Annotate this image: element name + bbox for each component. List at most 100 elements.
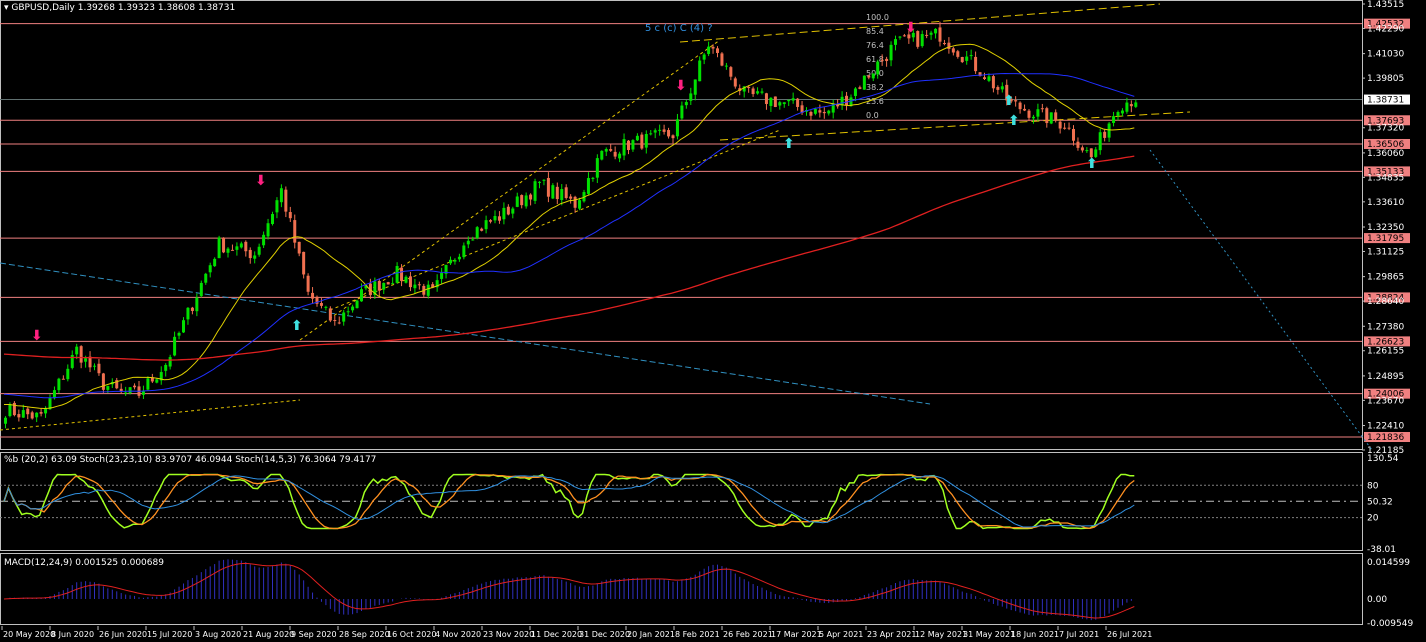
price-axis-label: 1.31125 <box>1367 247 1404 257</box>
candle-body <box>346 311 350 313</box>
candle-body <box>262 234 266 246</box>
candle-body <box>751 88 755 95</box>
candle-body <box>631 140 635 150</box>
candle-body <box>991 76 995 89</box>
candle-body <box>377 280 381 291</box>
candle-body <box>288 212 292 219</box>
signal-up-arrow-icon: ⬆ <box>1008 113 1020 129</box>
candle-body <box>1076 141 1080 148</box>
candle-body <box>573 196 577 208</box>
candle-body <box>707 46 711 54</box>
trendline <box>679 3 1161 43</box>
candle-body <box>39 412 43 414</box>
candle-body <box>853 88 857 96</box>
candle-body <box>182 320 185 333</box>
candle-body <box>662 129 666 132</box>
price-axis-label: 1.34835 <box>1367 173 1404 183</box>
price-axis-label: 1.24895 <box>1367 372 1404 382</box>
candle-body <box>293 220 297 243</box>
candle-body <box>44 408 48 414</box>
candle-body <box>538 181 541 183</box>
candle-body <box>1072 128 1075 141</box>
candle-body <box>155 379 159 383</box>
candle-body <box>533 181 537 201</box>
candle-body <box>480 228 484 231</box>
candle-body <box>355 300 359 309</box>
candle-body <box>702 54 706 60</box>
candle-body <box>586 178 590 194</box>
candle-body <box>1031 116 1035 119</box>
candle-body <box>297 241 301 254</box>
collapse-triangle-icon[interactable]: ▾ <box>4 3 9 13</box>
date-axis-label: 20 Jan 2021 <box>627 630 675 639</box>
date-axis-label: 7 Jul 2021 <box>1059 630 1099 639</box>
candle-body <box>974 56 978 72</box>
candle-body <box>511 208 515 214</box>
candle-body <box>199 282 203 297</box>
candle-body <box>680 105 684 119</box>
candle-body <box>578 200 582 209</box>
price-axis-label: 1.43515 <box>1367 0 1404 10</box>
candle-body <box>604 149 608 152</box>
candle-body <box>551 185 555 199</box>
candle-body <box>1000 86 1004 90</box>
candle-body <box>867 75 871 78</box>
chart-header: ▾ GBPUSD,Daily 1.39268 1.39323 1.38608 1… <box>4 3 235 13</box>
price-axis-label: 1.27380 <box>1367 322 1404 332</box>
trendline <box>0 399 301 431</box>
candle-body <box>57 378 61 391</box>
candle-body <box>213 258 217 267</box>
price-axis-label: 1.39805 <box>1367 74 1404 84</box>
candle-body <box>546 177 550 197</box>
candle-body <box>408 276 412 288</box>
signal-up-arrow-icon: ⬆ <box>1086 156 1098 172</box>
candle-body <box>502 207 506 220</box>
candle-body <box>306 275 310 292</box>
candle-body <box>969 55 973 57</box>
macd-axis-label: 0.00 <box>1367 595 1387 605</box>
price-axis-label: 1.42290 <box>1367 24 1404 34</box>
candle-body <box>862 75 866 90</box>
candle-body <box>190 307 194 311</box>
price-axis-label: 1.22410 <box>1367 422 1404 432</box>
candle-body <box>462 245 466 258</box>
candle-body <box>457 256 461 260</box>
signal-down-arrow-icon: ⬇ <box>255 173 267 189</box>
candle-body <box>208 265 212 273</box>
candle-body <box>871 73 875 79</box>
candle-body <box>1049 112 1053 124</box>
candle-body <box>328 308 332 321</box>
candle-body <box>840 96 844 106</box>
date-axis-label: 3 Aug 2020 <box>195 630 241 639</box>
candle-body <box>168 357 172 367</box>
candle-body <box>640 134 644 149</box>
candle-body <box>987 76 991 81</box>
candle-body <box>141 391 145 395</box>
candle-body <box>471 239 475 241</box>
candle-body <box>391 283 395 285</box>
macd-header: MACD(12,24,9) 0.001525 0.000689 <box>4 558 164 568</box>
candle-body <box>266 223 270 237</box>
candle-body <box>1054 112 1058 121</box>
price-axis-label: 1.23670 <box>1367 396 1404 406</box>
chart-canvas[interactable]: 1.425321.376931.365061.351331.317951.288… <box>0 0 1426 642</box>
candle-body <box>173 336 177 356</box>
candle-body <box>1080 147 1084 151</box>
candle-body <box>996 87 1000 90</box>
candle-body <box>30 412 34 419</box>
candle-body <box>920 34 924 47</box>
candle-body <box>79 346 83 363</box>
candle-body <box>947 42 951 49</box>
candle-body <box>333 320 337 322</box>
candle-body <box>782 102 786 105</box>
candle-body <box>360 289 363 302</box>
candle-body <box>195 297 199 312</box>
candle-body <box>894 39 897 45</box>
price-axis-label: 1.26155 <box>1367 347 1404 357</box>
candle-body <box>1098 132 1102 151</box>
current-price-label: 1.38731 <box>1367 96 1404 106</box>
signal-up-arrow-icon: ⬆ <box>783 136 795 152</box>
candle-body <box>449 259 452 264</box>
date-axis-label: 23 Nov 2020 <box>483 630 534 639</box>
candle-body <box>204 273 208 283</box>
